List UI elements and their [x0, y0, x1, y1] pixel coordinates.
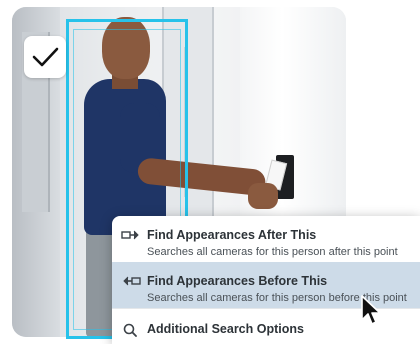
person-hand	[248, 183, 278, 209]
arrow-left-stop-icon	[123, 276, 141, 286]
search-icon	[123, 323, 137, 337]
select-checkbox[interactable]	[24, 36, 66, 78]
menu-item-find-after[interactable]: Find Appearances After This Searches all…	[112, 216, 420, 262]
menu-item-title: Find Appearances After This	[147, 228, 317, 242]
menu-item-title: Additional Search Options	[147, 322, 304, 336]
menu-item-description: Searches all cameras for this person aft…	[147, 246, 398, 258]
mouse-cursor-icon	[361, 295, 381, 325]
checkmark-icon	[32, 47, 59, 67]
menu-item-title: Find Appearances Before This	[147, 274, 328, 288]
arrow-right-stop-icon	[121, 230, 139, 240]
